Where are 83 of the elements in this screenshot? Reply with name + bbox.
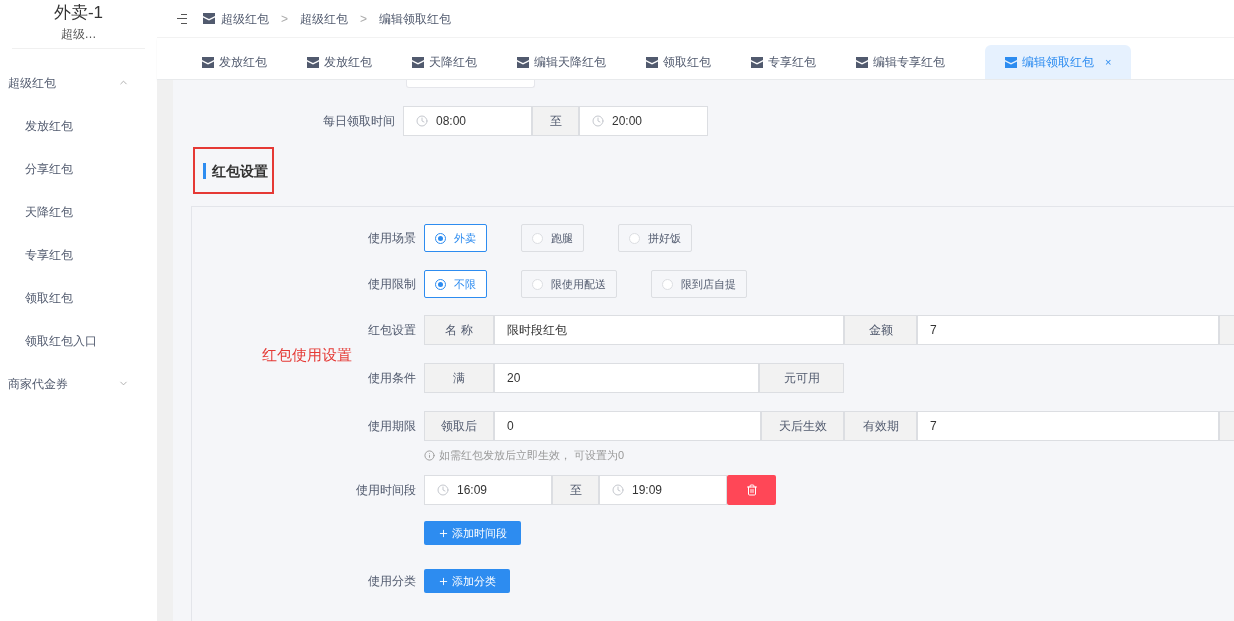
breadcrumb-item[interactable]: 超级红包 (300, 9, 348, 28)
envelope-icon (202, 56, 214, 68)
breadcrumb-separator: > (359, 10, 369, 28)
field-label: 红包设置 (368, 322, 416, 339)
envelope-icon (203, 13, 215, 24)
collapse-menu-icon[interactable] (175, 13, 187, 24)
field-label: 使用时间段 (356, 482, 416, 499)
app-title: 外卖-1 (53, 2, 104, 24)
delete-icon (745, 484, 758, 496)
clock-icon (437, 484, 449, 496)
tab[interactable]: 专享红包 (741, 45, 846, 79)
radio-icon (532, 278, 543, 290)
info-icon (424, 449, 435, 461)
tab[interactable]: 发放红包 (297, 45, 402, 79)
radio-option[interactable]: 限到店自提 (651, 270, 747, 298)
input-addon: 金额 (844, 315, 917, 345)
envelope-icon (412, 56, 424, 68)
field-label: 每日领取时间 (323, 113, 395, 130)
radio-option[interactable]: 不限 (424, 270, 487, 298)
menu-item[interactable]: 发放红包 (0, 104, 157, 147)
envelope-icon (856, 56, 868, 68)
tab[interactable]: 天降红包 (402, 45, 507, 79)
input-field[interactable]: 16:09 (424, 475, 552, 505)
annotation-text: 红包使用设置 (262, 345, 352, 365)
radio-option[interactable]: 外卖 (424, 224, 487, 252)
envelope-icon (646, 56, 658, 68)
menu-group[interactable]: 超级红包 (0, 61, 157, 104)
clock-icon (416, 115, 428, 127)
breadcrumb-separator: > (280, 10, 289, 28)
radio-icon (435, 232, 446, 244)
breadcrumb-item[interactable]: 编辑领取红包 (379, 9, 452, 28)
field-label: 使用条件 (368, 370, 416, 387)
radio-option[interactable]: 跑腿 (521, 224, 584, 252)
input-field[interactable] (406, 80, 535, 88)
radio-option[interactable]: 限使用配送 (521, 270, 617, 298)
section-title: 红包设置 (203, 162, 268, 179)
breadcrumb-item[interactable]: 超级红包 (203, 9, 269, 28)
menu-item[interactable]: 天降红包 (0, 190, 157, 233)
envelope-icon (517, 56, 529, 68)
plus-icon (438, 527, 449, 539)
app-subtitle: 超级… (60, 26, 97, 43)
radio-icon (435, 278, 446, 290)
hint-text: 如需红包发放后立即生效， 可设置为0 (439, 447, 625, 463)
input-field[interactable]: 7 (917, 411, 1219, 441)
radio-icon (532, 232, 543, 244)
radio-icon (662, 278, 673, 290)
input-addon: 天后生效 (761, 411, 844, 441)
delete-button[interactable] (727, 475, 776, 505)
menu-item[interactable]: 领取红包入口 (0, 319, 157, 362)
input-field[interactable]: 0 (494, 411, 761, 441)
menu-item[interactable]: 分享红包 (0, 147, 157, 190)
input-field[interactable]: 08:00 (403, 106, 532, 136)
tab[interactable]: 领取红包 (636, 45, 741, 79)
menu-item[interactable]: 领取红包 (0, 276, 157, 319)
tab[interactable]: 发放红包 (192, 45, 297, 79)
radio-option[interactable]: 拼好饭 (618, 224, 692, 252)
tab[interactable]: 编辑专享红包 (846, 45, 975, 79)
menu-item[interactable]: 专享红包 (0, 233, 157, 276)
input-addon: 至 (552, 475, 599, 505)
clock-icon (592, 115, 604, 127)
input-addon: 领取后 (424, 411, 494, 441)
input-field[interactable]: 20:00 (579, 106, 708, 136)
plus-icon (438, 575, 449, 587)
input-addon: 满 (424, 363, 494, 393)
tab[interactable]: 编辑天降红包 (507, 45, 636, 79)
field-label: 使用期限 (368, 418, 416, 435)
field-label: 使用场景 (368, 230, 416, 247)
field-label: 使用限制 (368, 276, 416, 293)
radio-icon (629, 232, 640, 244)
input-field[interactable]: 19:09 (599, 475, 727, 505)
envelope-icon (307, 56, 319, 68)
envelope-icon (751, 56, 763, 68)
input-field[interactable]: 限时段红包 (494, 315, 844, 345)
input-field[interactable]: 7 (917, 315, 1219, 345)
clock-icon (612, 484, 624, 496)
field-label: 使用分类 (368, 573, 416, 590)
input-addon: 元可用 (759, 363, 844, 393)
input-field[interactable]: 20 (494, 363, 759, 393)
input-addon: 有效期 (844, 411, 917, 441)
input-addon: 名 称 (424, 315, 494, 345)
input-addon: 至 (532, 106, 579, 136)
menu-group[interactable]: 商家代金券 (0, 362, 157, 405)
envelope-icon (1005, 56, 1017, 68)
